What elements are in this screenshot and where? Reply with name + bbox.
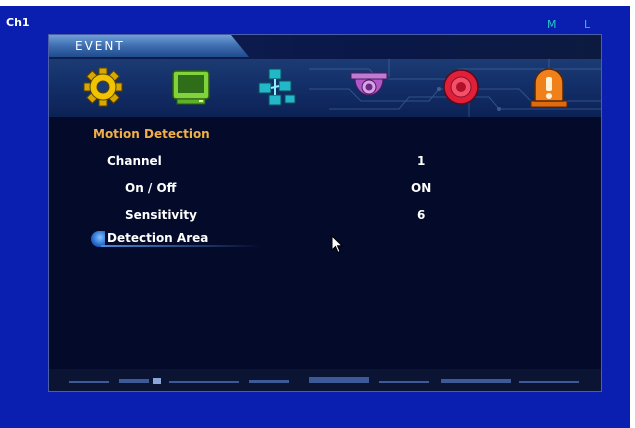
menu-item-detection-area[interactable]: Detection Area (91, 230, 261, 248)
menu-footer-strip (49, 369, 601, 391)
menu-item-label: Detection Area (107, 231, 209, 245)
menu-item-label: Channel (107, 154, 162, 168)
menu-item-sensitivity[interactable]: Sensitivity (125, 208, 197, 226)
menu-item-label: Sensitivity (125, 208, 197, 222)
menu-header: EVENT (49, 35, 601, 59)
menu-title: EVENT (75, 39, 125, 53)
sensitivity-value[interactable]: 6 (417, 208, 425, 222)
dome-camera-icon[interactable] (347, 65, 391, 109)
mode-indicator-m: M (547, 18, 557, 31)
channel-indicator: Ch1 (6, 16, 30, 29)
monitor-icon[interactable] (169, 65, 213, 109)
menu-item-channel[interactable]: Channel (107, 154, 162, 172)
mouse-cursor-icon (331, 235, 344, 254)
menu-icon-bar (49, 59, 601, 117)
alarm-icon[interactable] (527, 65, 571, 109)
network-icon[interactable] (255, 65, 299, 109)
mode-indicator-l: L (584, 18, 591, 31)
on-off-value[interactable]: ON (411, 181, 431, 195)
section-title: Motion Detection (93, 127, 210, 141)
menu-item-label: On / Off (125, 181, 177, 195)
footer-circuit-decoration (69, 377, 579, 384)
menu-item-on-off[interactable]: On / Off (125, 181, 176, 199)
event-menu-panel: EVENT Motion Detection Channel 1 On / Of… (48, 34, 602, 392)
channel-value[interactable]: 1 (417, 154, 425, 168)
record-icon[interactable] (439, 65, 483, 109)
gear-icon[interactable] (81, 65, 125, 109)
dvr-screen: Ch1 M L EVENT Motion Detection Channel 1… (0, 6, 630, 428)
